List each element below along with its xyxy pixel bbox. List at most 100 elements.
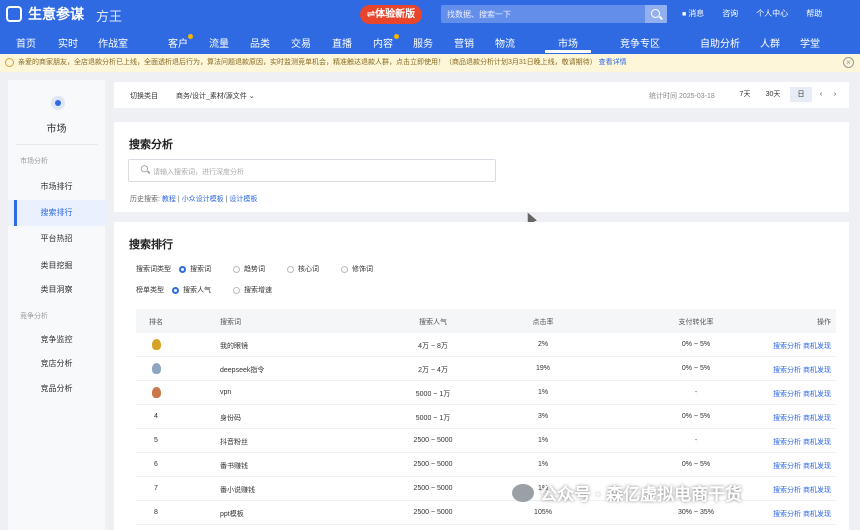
nav-war-room[interactable]: 作战室 (98, 35, 128, 50)
history-tag[interactable]: 小众设计模板 (182, 196, 224, 203)
nav-traffic[interactable]: 流量 (209, 35, 229, 50)
header-pay-rate[interactable]: 支付转化率 (661, 317, 731, 327)
nav-home[interactable]: 首页 (16, 35, 36, 50)
row-actions-link[interactable]: 搜索分析 商机发现 (761, 341, 831, 351)
next-date-icon[interactable]: › (830, 87, 840, 102)
watermark: 公众号 · 森亿虚拟电商干货 (512, 480, 742, 505)
nav-self-analysis[interactable]: 自助分析 (700, 35, 740, 50)
consult-link[interactable]: 咨询 (722, 8, 738, 19)
pay-rate-cell: 30% ~ 35% (678, 509, 714, 516)
sidebar-item-category-mining[interactable]: 类目挖掘 (8, 260, 105, 271)
watermark-text: 公众号 · 森亿虚拟电商干货 (540, 485, 743, 504)
row-actions-link[interactable]: 搜索分析 商机发现 (761, 365, 831, 375)
close-icon[interactable]: × (843, 57, 854, 68)
search-analysis-title: 搜索分析 (129, 139, 173, 151)
pay-rate-cell: - (694, 389, 698, 396)
popularity-cell: 5000 ~ 1万 (415, 415, 451, 422)
notice-details-link[interactable]: 查看详情 (599, 59, 627, 66)
nav-crowd[interactable]: 人群 (760, 35, 780, 50)
header-popularity[interactable]: 搜索人气 (398, 317, 468, 327)
nav-live[interactable]: 直播 (332, 35, 352, 50)
sidebar-item-competition-monitor[interactable]: 竞争监控 (8, 334, 105, 345)
row-actions-link[interactable]: 搜索分析 商机发现 (761, 389, 831, 399)
sidebar-item-competitor-shop[interactable]: 竞店分析 (8, 358, 105, 369)
personal-center-link[interactable]: 个人中心 (756, 8, 788, 19)
sidebar-item-category-insight[interactable]: 类目洞察 (8, 284, 105, 295)
global-search-placeholder: 找数据、搜索一下 (447, 10, 511, 19)
prev-date-icon[interactable]: ‹ (816, 87, 826, 102)
search-icon[interactable] (645, 5, 667, 23)
silver-medal-icon (151, 363, 161, 374)
keyword-search-input[interactable]: 请输入搜索词，进行深度分析 (128, 159, 496, 182)
nav-marketing[interactable]: 营销 (454, 35, 474, 50)
sidebar-item-market-ranking[interactable]: 市场排行 (8, 181, 105, 192)
top-links: 消息 咨询 个人中心 帮助 (682, 8, 822, 19)
option-label: 核心词 (298, 266, 319, 273)
nav-academy[interactable]: 学堂 (800, 35, 820, 50)
row-actions-link[interactable]: 搜索分析 商机发现 (761, 413, 831, 423)
row-actions-link[interactable]: 搜索分析 商机发现 (761, 461, 831, 471)
nav-service[interactable]: 服务 (413, 35, 433, 50)
radio-selected-icon (172, 286, 179, 294)
search-history: 历史搜索: 教程 | 小众设计模板 | 设计模板 (130, 196, 258, 203)
popularity-cell: 2500 ~ 5000 (413, 437, 453, 444)
row-actions-link[interactable]: 搜索分析 商机发现 (761, 485, 831, 495)
stats-date: 统计时间 2025-03-18 (649, 93, 715, 100)
keyword-cell: vpn (220, 389, 232, 396)
nav-market[interactable]: 市场 (558, 35, 578, 50)
list-type-option[interactable]: 搜索增速 (233, 285, 272, 295)
keyword-type-option[interactable]: 核心词 (287, 264, 319, 274)
market-icon (51, 96, 65, 110)
rank-cell: 7 (154, 485, 158, 492)
search-ranking-title: 搜索排行 (129, 239, 173, 251)
messages-link[interactable]: 消息 (682, 8, 704, 19)
nav-customers[interactable]: 客户 (168, 35, 188, 50)
header-ctr[interactable]: 点击率 (518, 317, 568, 327)
range-30d-button[interactable]: 30天 (760, 87, 786, 102)
nav-active-indicator (545, 50, 591, 53)
app-logo[interactable]: 生意参谋 (6, 4, 84, 24)
history-label: 历史搜索: (130, 196, 160, 203)
sidebar-group-market-analysis: 市场分析 (20, 158, 48, 165)
sidebar-item-competitor-product[interactable]: 竞品分析 (8, 383, 105, 394)
ctr-cell: 1% (537, 461, 549, 468)
keyword-cell: ppt模板 (220, 511, 244, 518)
popularity-cell: 2万 ~ 4万 (418, 367, 448, 374)
trial-new-version-button[interactable]: ⇌体验新版 (360, 5, 422, 24)
bronze-medal-icon (151, 387, 161, 398)
header-keyword[interactable]: 搜索词 (220, 317, 241, 327)
range-7d-button[interactable]: 7天 (734, 87, 756, 102)
list-type-option[interactable]: 搜索人气 (172, 285, 211, 295)
help-link[interactable]: 帮助 (806, 8, 822, 19)
radio-icon (287, 265, 294, 273)
radio-icon (233, 265, 240, 273)
history-tag[interactable]: 教程 (162, 196, 176, 203)
sidebar-item-search-ranking[interactable]: 搜索排行 (8, 200, 105, 226)
nav-content[interactable]: 内容 (373, 35, 393, 50)
table-header: 排名 搜索词 搜索人气 点击率 支付转化率 操作 (136, 309, 836, 333)
nav-trade[interactable]: 交易 (291, 35, 311, 50)
ctr-cell: 1% (537, 437, 549, 444)
search-analysis-card: 搜索分析 请输入搜索词，进行深度分析 历史搜索: 教程 | 小众设计模板 | 设… (114, 122, 849, 212)
category-select[interactable]: 商务/设计_素材/源文件 ⌄ (176, 91, 255, 101)
sidebar: 市场 市场分析 市场排行 搜索排行 平台热招 类目挖掘 类目洞察 竞争分析 竞争… (8, 80, 105, 530)
history-tag[interactable]: 设计模板 (229, 196, 257, 203)
ctr-cell: 2% (537, 341, 549, 348)
keyword-type-option[interactable]: 修饰词 (341, 264, 373, 274)
list-type-label: 榜单类型 (136, 287, 164, 294)
radio-selected-icon (179, 265, 186, 273)
row-actions-link[interactable]: 搜索分析 商机发现 (761, 509, 831, 519)
sidebar-item-platform-hot[interactable]: 平台热招 (8, 233, 105, 244)
range-day-button[interactable]: 日 (790, 87, 812, 102)
global-search-input[interactable]: 找数据、搜索一下 (441, 5, 667, 23)
row-actions-link[interactable]: 搜索分析 商机发现 (761, 437, 831, 447)
keyword-search-placeholder: 请输入搜索词，进行深度分析 (153, 169, 244, 176)
nav-category[interactable]: 品类 (250, 35, 270, 50)
keyword-type-option[interactable]: 趋势词 (233, 264, 265, 274)
keyword-type-option[interactable]: 搜索词 (179, 264, 211, 274)
switch-category-label[interactable]: 切换类目 (130, 91, 158, 101)
nav-realtime[interactable]: 实时 (58, 35, 78, 50)
nav-logistics[interactable]: 物流 (495, 35, 515, 50)
nav-competition[interactable]: 竞争专区 (620, 35, 660, 50)
table-row: 5 抖音粉丝 2500 ~ 5000 1% - 搜索分析 商机发现 (136, 429, 836, 453)
